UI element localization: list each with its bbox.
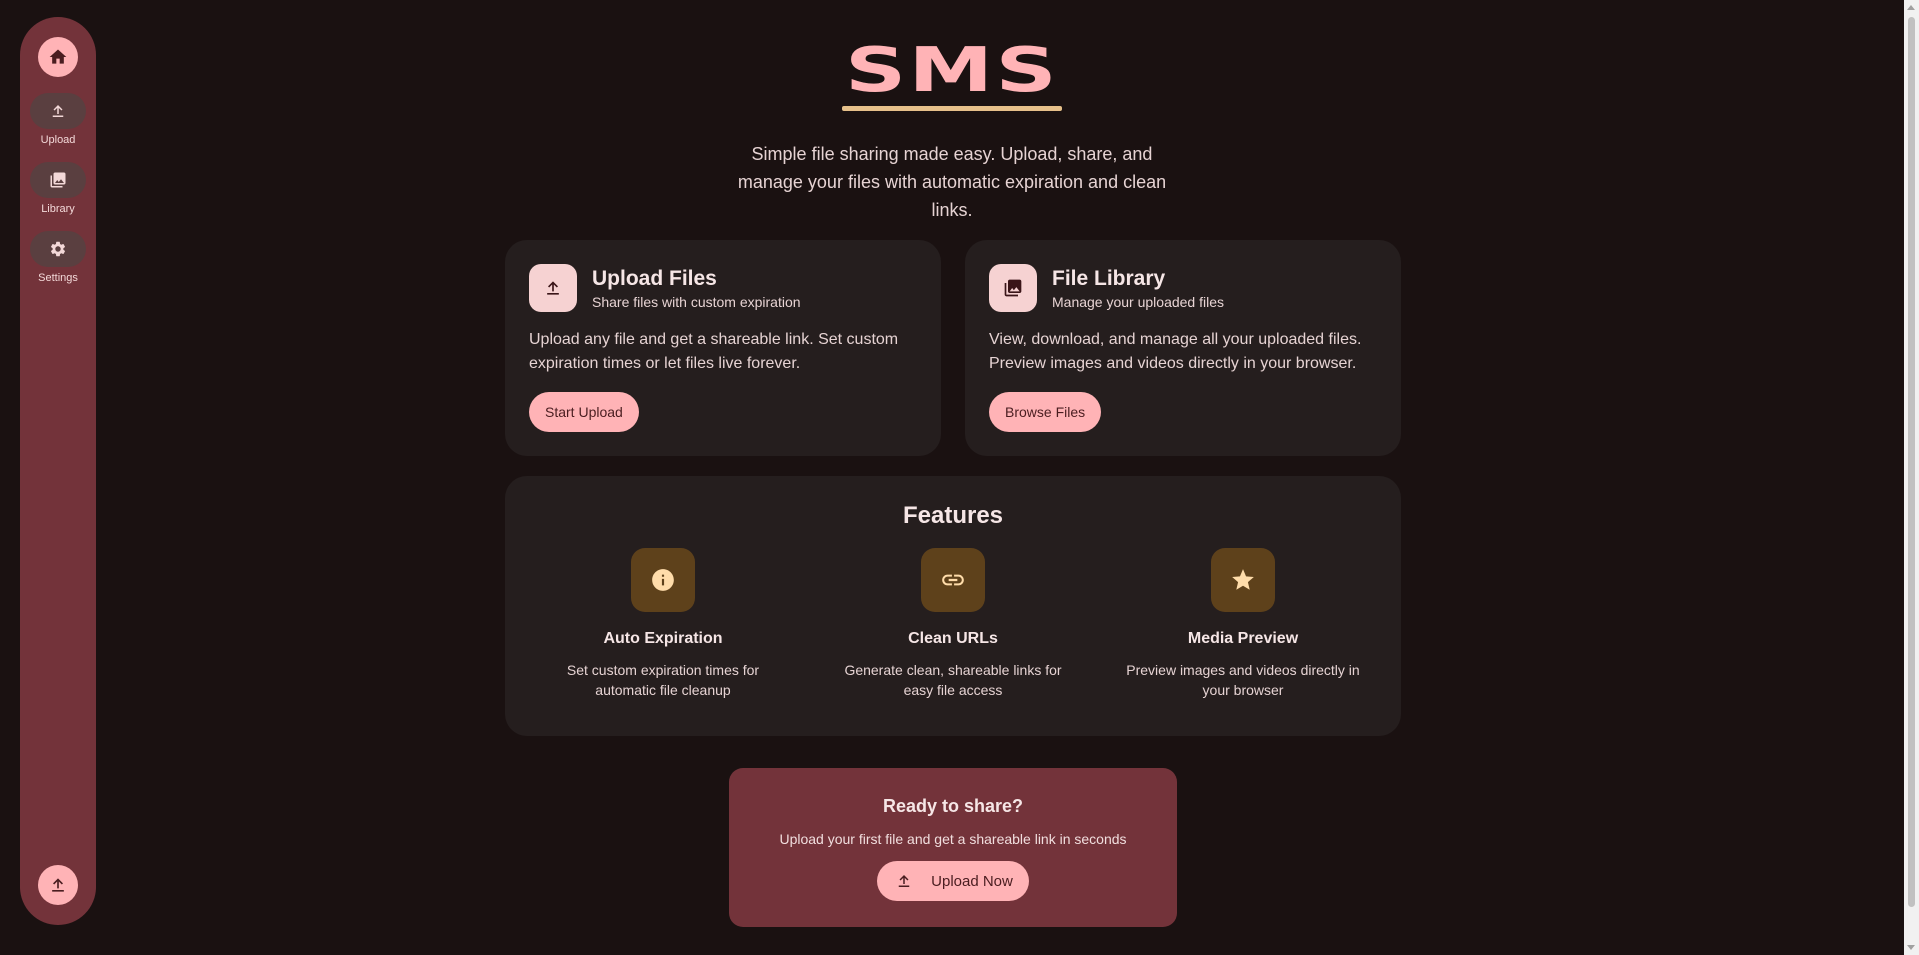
card-title: Upload Files xyxy=(592,266,717,290)
upload-now-button[interactable]: Upload Now xyxy=(877,861,1029,901)
card-subtitle: Share files with custom expiration xyxy=(592,293,801,310)
card-title: File Library xyxy=(1052,266,1166,290)
upload-icon xyxy=(895,872,913,890)
nav-item-settings[interactable]: Settings xyxy=(30,231,86,284)
scroll-up-arrow-icon[interactable] xyxy=(1907,5,1915,10)
nav-rail: Upload Library Settings xyxy=(20,17,96,925)
feature-auto-expiration: Auto Expiration Set custom expiration ti… xyxy=(543,548,783,700)
logo-underline xyxy=(842,106,1062,111)
feature-title: Auto Expiration xyxy=(603,630,723,647)
cta-title: Ready to share? xyxy=(882,796,1024,816)
upload-icon xyxy=(52,878,64,892)
nav-item-upload[interactable]: Upload xyxy=(30,93,86,146)
star-icon xyxy=(1211,548,1275,612)
app-logo: SMS xyxy=(844,34,1059,106)
start-upload-button[interactable]: Start Upload xyxy=(529,392,639,432)
nav-item-label: Library xyxy=(41,203,75,215)
gear-icon[interactable] xyxy=(30,231,86,267)
photo-library-icon[interactable] xyxy=(30,162,86,198)
file-library-card: File Library Manage your uploaded files … xyxy=(965,240,1401,456)
card-subtitle: Manage your uploaded files xyxy=(1052,293,1225,310)
feature-description: Set custom expiration times for automati… xyxy=(566,662,760,698)
features-section: Features Auto Expiration Set custom expi… xyxy=(505,476,1401,736)
cta-panel: Ready to share? Upload your first file a… xyxy=(729,768,1177,927)
feature-description: Preview images and videos directly in yo… xyxy=(1126,662,1360,698)
feature-media-preview: Media Preview Preview images and videos … xyxy=(1123,548,1363,700)
upload-files-card: Upload Files Share files with custom exp… xyxy=(505,240,941,456)
feature-title: Clean URLs xyxy=(908,630,998,647)
upload-now-label: Upload Now xyxy=(931,872,1013,890)
home-icon[interactable] xyxy=(38,37,78,77)
upload-fab-button[interactable] xyxy=(38,865,78,905)
nav-item-library[interactable]: Library xyxy=(30,162,86,215)
feature-title: Media Preview xyxy=(1187,630,1299,647)
scrollbar-thumb[interactable] xyxy=(1908,17,1915,907)
features-title: Features xyxy=(902,502,1004,529)
scrollbar[interactable] xyxy=(1904,0,1919,955)
nav-item-label: Settings xyxy=(38,272,78,284)
link-icon xyxy=(921,548,985,612)
card-description: Upload any file and get a shareable link… xyxy=(529,331,899,372)
browse-files-button[interactable]: Browse Files xyxy=(989,392,1102,432)
tagline: Simple file sharing made easy. Upload, s… xyxy=(737,144,1167,220)
cta-subtitle: Upload your first file and get a shareab… xyxy=(779,831,1127,847)
photo-library-icon xyxy=(989,264,1037,312)
upload-icon[interactable] xyxy=(30,93,86,129)
feature-description: Generate clean, shareable links for easy… xyxy=(844,662,1062,698)
scroll-down-arrow-icon[interactable] xyxy=(1907,945,1915,950)
info-icon xyxy=(631,548,695,612)
card-description: View, download, and manage all your uplo… xyxy=(989,331,1362,372)
feature-clean-urls: Clean URLs Generate clean, shareable lin… xyxy=(833,548,1073,700)
upload-icon xyxy=(529,264,577,312)
nav-item-label: Upload xyxy=(40,134,76,146)
